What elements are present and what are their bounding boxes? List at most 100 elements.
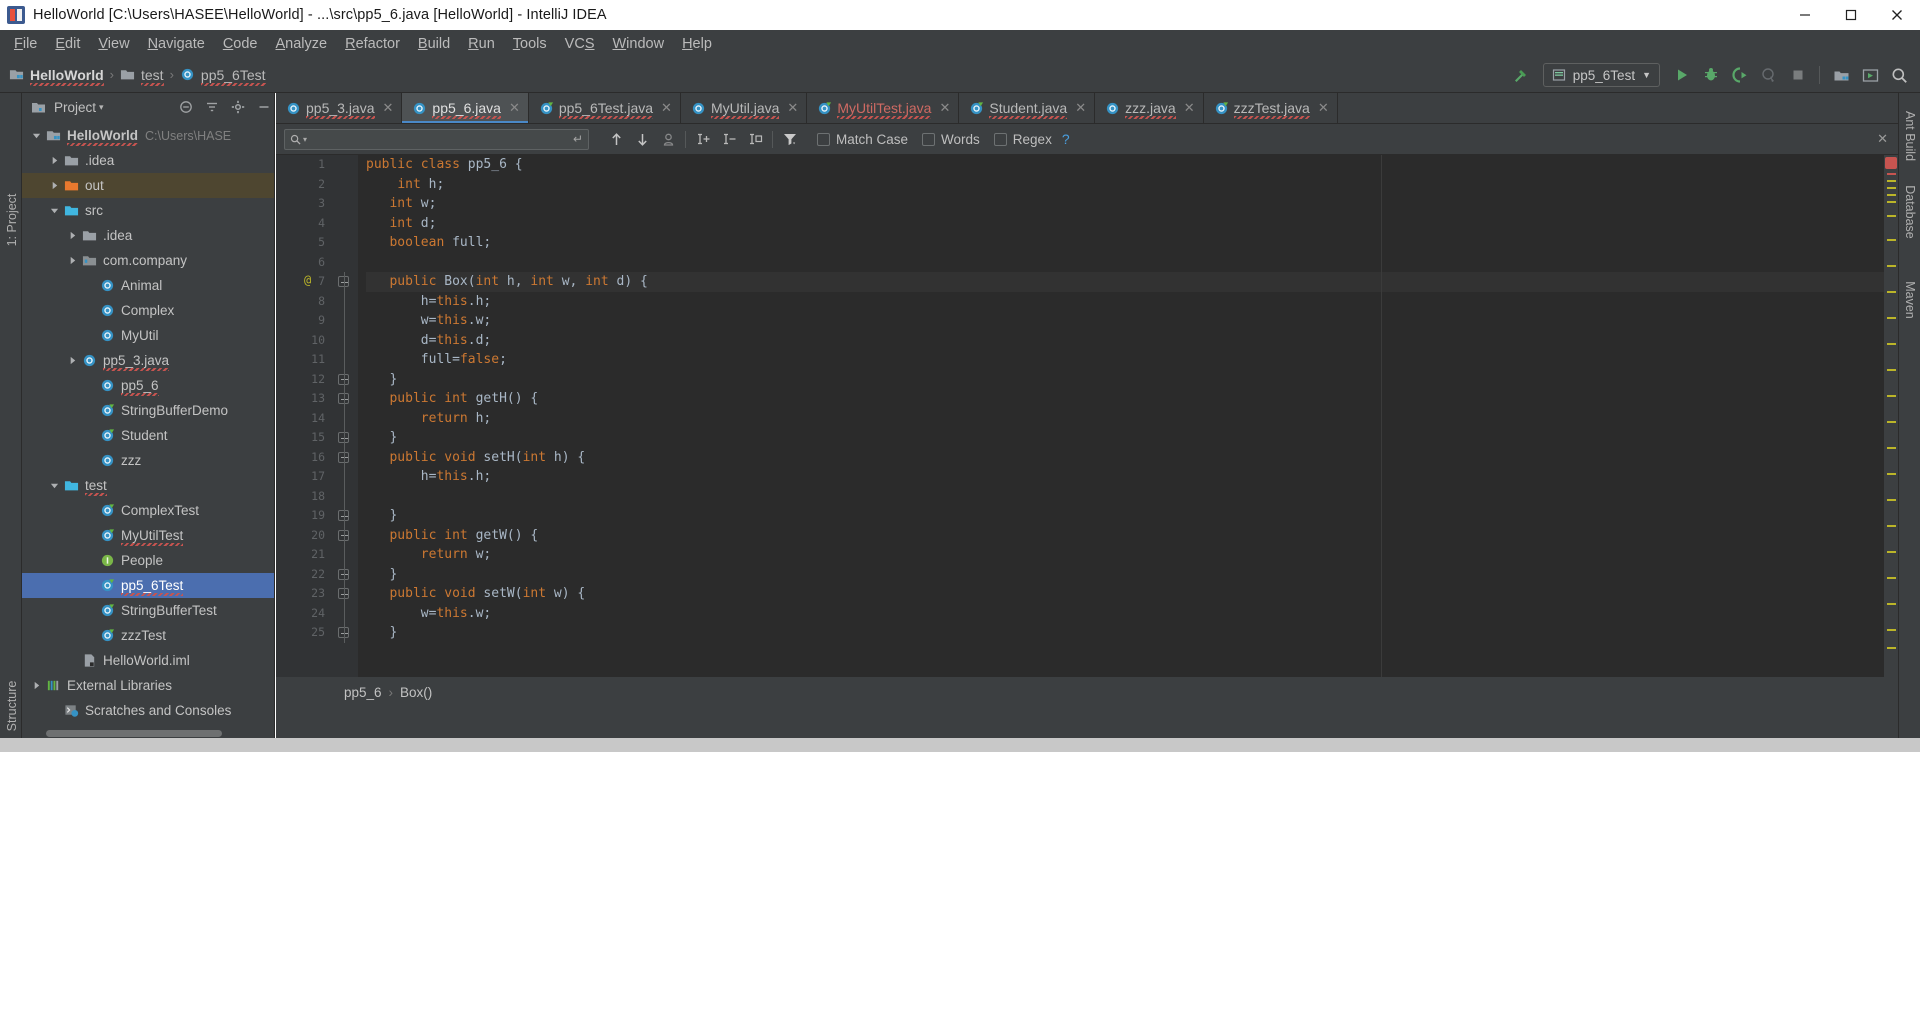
tree-node-stringbuffertest[interactable]: StringBufferTest: [22, 598, 274, 623]
editor-tab-student-java[interactable]: Student.java ✕: [959, 93, 1096, 123]
tree-node-myutiltest[interactable]: MyUtilTest: [22, 523, 274, 548]
return-arrow-icon[interactable]: ↵: [573, 132, 583, 146]
regex-help-icon[interactable]: ?: [1062, 131, 1070, 147]
arrow-down-icon[interactable]: [629, 127, 655, 151]
marker-tick[interactable]: [1887, 369, 1896, 371]
code-line[interactable]: public Box(int h, int w, int d) {: [366, 272, 1898, 292]
menu-item-help[interactable]: Help: [673, 33, 721, 55]
code-line[interactable]: int w;: [366, 194, 1898, 214]
fold-marker[interactable]: [332, 350, 358, 370]
tree-node-pp5-3-java[interactable]: pp5_3.java: [22, 348, 274, 373]
project-tree-horizontal-scrollbar[interactable]: [46, 730, 222, 737]
code-line[interactable]: public void setW(int w) {: [366, 584, 1898, 604]
search-everywhere-icon[interactable]: [1886, 62, 1912, 88]
marker-tick[interactable]: [1887, 525, 1896, 527]
tree-node-stringbufferdemo[interactable]: StringBufferDemo: [22, 398, 274, 423]
filter-icon[interactable]: [202, 97, 222, 117]
marker-tick[interactable]: [1887, 201, 1896, 203]
chevron-down-icon[interactable]: [46, 481, 62, 490]
run-configuration-selector[interactable]: pp5_6Test ▼: [1542, 63, 1660, 87]
tree-node-animal[interactable]: Animal: [22, 273, 274, 298]
code-line[interactable]: h=this.h;: [366, 467, 1898, 487]
marker-tick[interactable]: [1887, 194, 1896, 196]
code-line[interactable]: int h;: [366, 175, 1898, 195]
close-icon[interactable]: ✕: [383, 100, 394, 116]
marker-tick[interactable]: [1887, 647, 1896, 649]
code-content[interactable]: public class pp5_6 { int h; int w; int d…: [358, 155, 1898, 677]
close-icon[interactable]: ✕: [509, 100, 520, 116]
marker-tick[interactable]: [1887, 421, 1896, 423]
fold-marker[interactable]: [332, 525, 358, 545]
minimize-button[interactable]: [1782, 0, 1828, 30]
code-line[interactable]: }: [366, 565, 1898, 585]
marker-tick[interactable]: [1887, 395, 1896, 397]
chevron-down-icon[interactable]: [46, 206, 62, 215]
marker-tick[interactable]: [1887, 317, 1896, 319]
error-count-badge[interactable]: [1885, 157, 1897, 169]
navbar-crumb-helloworld[interactable]: HelloWorld: [9, 67, 104, 86]
menu-item-vcs[interactable]: VCS: [556, 33, 604, 55]
add-selection-icon[interactable]: [690, 127, 716, 151]
chevron-down-icon[interactable]: ▾: [99, 102, 104, 113]
maximize-button[interactable]: [1828, 0, 1874, 30]
code-line[interactable]: public int getW() {: [366, 526, 1898, 546]
tree-node-zzz[interactable]: zzz: [22, 448, 274, 473]
editor-tab-zzz-java[interactable]: zzz.java ✕: [1095, 93, 1204, 123]
marker-tick[interactable]: [1887, 629, 1896, 631]
tree-node-pp5-6[interactable]: pp5_6: [22, 373, 274, 398]
menu-item-navigate[interactable]: Navigate: [139, 33, 214, 55]
editor-tab-pp5-6-java[interactable]: pp5_6.java ✕: [402, 93, 529, 123]
marker-tick[interactable]: [1887, 265, 1896, 267]
marker-tick[interactable]: [1887, 499, 1896, 501]
collapse-all-icon[interactable]: [176, 97, 196, 117]
close-icon[interactable]: ✕: [1318, 100, 1329, 116]
words-checkbox-box[interactable]: [922, 132, 936, 146]
close-icon[interactable]: ✕: [939, 100, 950, 116]
fold-marker[interactable]: [332, 506, 358, 526]
code-editor[interactable]: 1 2 3 4 5 6 7 8 9 10 11 12 13 14 15 16 17 18 19 20 21 22 23 24 2…: [276, 155, 1898, 677]
marker-tick[interactable]: [1887, 577, 1896, 579]
tree-node-myutil[interactable]: MyUtil: [22, 323, 274, 348]
code-line[interactable]: return h;: [366, 409, 1898, 429]
tree-node-test[interactable]: test: [22, 473, 274, 498]
tree-node-people[interactable]: People: [22, 548, 274, 573]
menu-item-tools[interactable]: Tools: [504, 33, 556, 55]
code-line[interactable]: boolean full;: [366, 233, 1898, 253]
tool-window-button-structure[interactable]: Structure: [5, 663, 19, 749]
code-line[interactable]: h=this.h;: [366, 292, 1898, 312]
fold-marker[interactable]: [332, 584, 358, 604]
editor-tab-pp5-3-java[interactable]: pp5_3.java ✕: [276, 93, 403, 123]
marker-tick[interactable]: [1887, 173, 1896, 175]
arrow-up-icon[interactable]: [603, 127, 629, 151]
fold-marker[interactable]: [332, 603, 358, 623]
error-marker-bar[interactable]: [1884, 155, 1898, 677]
fold-marker[interactable]: [332, 564, 358, 584]
menu-item-view[interactable]: View: [89, 33, 138, 55]
code-line[interactable]: public class pp5_6 {: [366, 155, 1898, 175]
tool-window-button-maven[interactable]: Maven: [1903, 275, 1917, 325]
tool-window-button-project[interactable]: 1: Project: [5, 184, 19, 256]
code-line[interactable]: public int getH() {: [366, 389, 1898, 409]
marker-tick[interactable]: [1887, 551, 1896, 553]
match-case-checkbox-box[interactable]: [817, 132, 830, 146]
code-line[interactable]: int d;: [366, 214, 1898, 234]
tree-node-out[interactable]: out: [22, 173, 274, 198]
search-input[interactable]: ▾ ↵: [284, 128, 589, 150]
navbar-crumb-pp5_6test[interactable]: pp5_6Test: [180, 67, 266, 86]
code-line[interactable]: public void setH(int h) {: [366, 448, 1898, 468]
tree-node-complextest[interactable]: ComplexTest: [22, 498, 274, 523]
update-icon[interactable]: [1857, 62, 1883, 88]
chevron-down-icon[interactable]: ▼: [1642, 70, 1651, 80]
code-line[interactable]: }: [366, 370, 1898, 390]
menu-item-code[interactable]: Code: [214, 33, 267, 55]
marker-tick[interactable]: [1887, 343, 1896, 345]
tree-node--idea[interactable]: .idea: [22, 148, 274, 173]
editor-tab-myutil-java[interactable]: MyUtil.java ✕: [681, 93, 808, 123]
code-line[interactable]: [366, 487, 1898, 507]
chevron-down-icon[interactable]: [28, 131, 44, 140]
build-hammer-icon[interactable]: [1508, 62, 1534, 88]
tree-node-src[interactable]: src: [22, 198, 274, 223]
code-folding-gutter[interactable]: @: [304, 155, 358, 677]
remove-selection-icon[interactable]: [716, 127, 742, 151]
chevron-right-icon[interactable]: [46, 181, 62, 190]
